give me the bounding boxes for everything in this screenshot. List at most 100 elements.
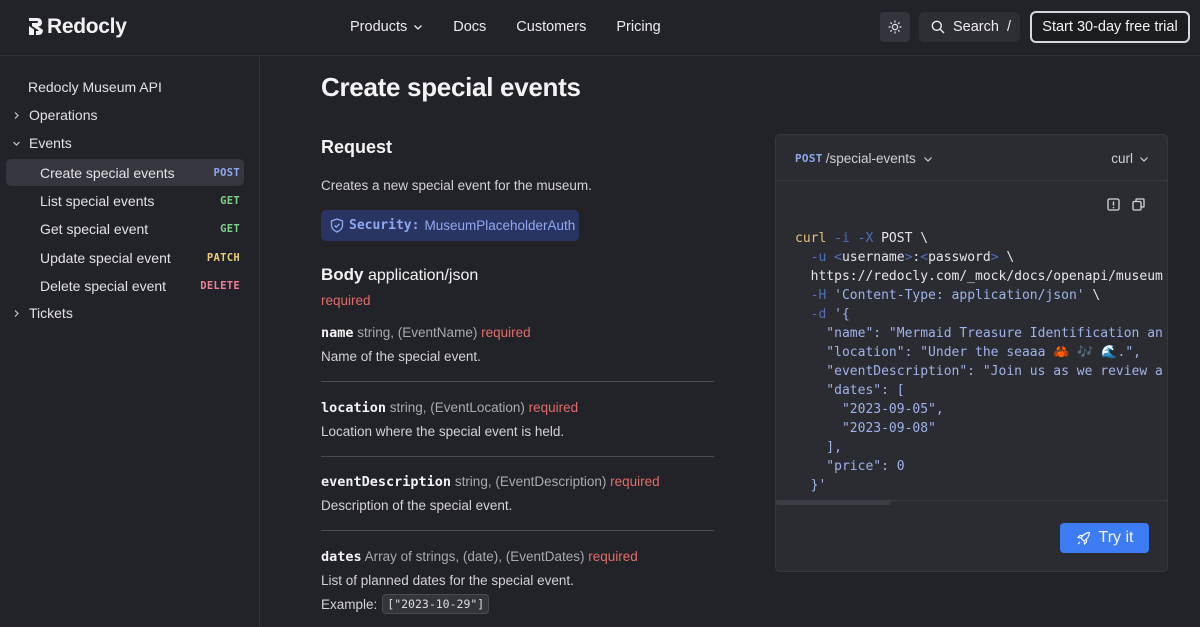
- field-required: required: [481, 325, 531, 340]
- body-heading: Body application/json: [321, 265, 478, 285]
- endpoint-path: /special-events: [825, 151, 916, 166]
- nav-pricing[interactable]: Pricing: [616, 19, 660, 35]
- code-token: curl: [795, 231, 827, 246]
- copy-icon[interactable]: [1132, 198, 1145, 211]
- sidebar-item-create-special-events[interactable]: Create special events POST: [6, 159, 244, 186]
- code-token: \: [1084, 288, 1101, 303]
- field-location: location string, (EventLocation) require…: [321, 400, 714, 439]
- rocket-icon: [1076, 531, 1090, 545]
- code-line: "dates": [: [795, 383, 905, 398]
- body-required: required: [321, 293, 371, 308]
- code-token: -d: [795, 307, 835, 322]
- field-dates: dates Array of strings, (date), (EventDa…: [321, 549, 714, 614]
- language-label: curl: [1111, 151, 1133, 166]
- field-name-label: name: [321, 325, 354, 341]
- code-line: https://redocly.com/_mock/docs/openapi/m…: [795, 269, 1163, 284]
- top-navigation-bar: Redocly Products Docs Customers Pricing …: [0, 0, 1200, 56]
- field-description: List of planned dates for the special ev…: [321, 573, 574, 588]
- nav-products[interactable]: Products: [350, 19, 423, 35]
- field-description: Name of the special event.: [321, 349, 481, 364]
- method-badge-post: POST: [213, 166, 240, 179]
- sidebar-item-update-special-event[interactable]: Update special event PATCH: [6, 244, 244, 271]
- method-badge-patch: PATCH: [206, 251, 240, 264]
- sidebar-group-label: Operations: [29, 107, 98, 123]
- sidebar-item-get-special-event[interactable]: Get special event GET: [6, 215, 244, 242]
- security-badge[interactable]: Security: MuseumPlaceholderAuth: [321, 210, 579, 241]
- field-divider: [321, 530, 714, 531]
- code-line: "2023-09-05",: [795, 402, 944, 417]
- redocly-logo[interactable]: Redocly: [28, 15, 127, 39]
- search-icon: [931, 20, 945, 34]
- field-name-label: dates: [321, 549, 362, 565]
- field-type: string, (EventDescription): [454, 474, 607, 489]
- code-token: -H: [795, 288, 835, 303]
- chevron-right-icon: [14, 111, 19, 119]
- sun-icon: [888, 20, 902, 34]
- start-trial-button[interactable]: Start 30-day free trial: [1030, 11, 1190, 43]
- code-token: -u: [795, 250, 835, 265]
- field-required: required: [528, 400, 579, 415]
- sidebar-group-operations[interactable]: Operations: [12, 107, 97, 123]
- field-divider: [321, 456, 714, 457]
- field-description: Location where the special event is held…: [321, 424, 565, 439]
- language-selector[interactable]: curl: [1111, 151, 1149, 166]
- method-badge-get: GET: [220, 222, 240, 235]
- chevron-down-icon: [13, 141, 20, 146]
- nav-docs[interactable]: Docs: [453, 19, 486, 35]
- code-line: ],: [795, 440, 842, 455]
- code-token: '{: [834, 307, 850, 322]
- chevron-right-icon: [14, 309, 19, 317]
- search-label: Search: [953, 19, 999, 35]
- sidebar-item-label: List special events: [40, 192, 155, 209]
- code-line: "location": "Under the seaaa 🦀 🎶 🌊.",: [795, 345, 1141, 360]
- sidebar-group-label: Events: [29, 135, 72, 151]
- sidebar-group-events[interactable]: Events: [12, 135, 72, 151]
- example-label: Example:: [321, 596, 378, 612]
- body-content-type[interactable]: application/json: [368, 267, 478, 284]
- code-token: 'Content-Type: application/json': [834, 288, 1085, 303]
- horizontal-scrollbar-thumb[interactable]: [776, 500, 891, 505]
- code-line: "eventDescription": "Join us as we revie…: [795, 364, 1163, 379]
- sidebar-item-label: Create special events: [40, 164, 175, 181]
- field-required: required: [610, 474, 660, 489]
- search-shortcut: /: [1006, 19, 1011, 35]
- code-sample[interactable]: curl -i -X POST \ -u <username>:<passwor…: [795, 229, 1163, 495]
- sidebar-group-label: Tickets: [29, 305, 73, 321]
- field-type: string, (EventLocation): [389, 400, 525, 415]
- chevron-down-icon: [414, 25, 423, 30]
- field-type: string, (EventName): [357, 325, 478, 340]
- field-name: name string, (EventName) required Name o…: [321, 325, 714, 364]
- code-line: }': [795, 478, 827, 493]
- theme-toggle-button[interactable]: [880, 12, 910, 42]
- code-token: >: [990, 250, 999, 265]
- nav-pricing-label: Pricing: [616, 19, 661, 35]
- code-line: "name": "Mermaid Treasure Identification…: [795, 326, 1163, 341]
- try-it-label: Try it: [1098, 529, 1134, 546]
- code-toolbar: [1107, 198, 1145, 211]
- brand-name: Redocly: [47, 15, 127, 38]
- chevron-down-icon: [1140, 156, 1148, 162]
- code-token: -i -X: [826, 231, 874, 246]
- try-it-button[interactable]: Try it: [1060, 523, 1149, 553]
- code-token: password: [928, 250, 991, 265]
- sidebar-group-tickets[interactable]: Tickets: [12, 305, 73, 321]
- nav-customers[interactable]: Customers: [516, 19, 586, 35]
- sidebar-item-list-special-events[interactable]: List special events GET: [6, 187, 244, 214]
- body-label: Body: [321, 265, 364, 284]
- endpoint-selector[interactable]: POST /special-events: [795, 151, 933, 166]
- chevron-down-icon: [923, 156, 932, 162]
- field-name-label: location: [321, 400, 387, 416]
- code-token: username: [841, 250, 905, 265]
- field-event-description: eventDescription string, (EventDescripti…: [321, 474, 714, 513]
- page-title: Create special events: [321, 72, 581, 102]
- search-button[interactable]: Search /: [919, 12, 1020, 42]
- sidebar-item-label: Delete special event: [40, 277, 167, 294]
- sidebar-api-title[interactable]: Redocly Museum API: [28, 79, 162, 95]
- sidebar-item-delete-special-event[interactable]: Delete special event DELETE: [6, 272, 244, 299]
- report-icon[interactable]: [1107, 198, 1120, 211]
- shield-check-icon: [330, 218, 344, 233]
- code-token: POST \: [873, 231, 929, 246]
- operation-description: Creates a new special event for the muse…: [321, 178, 592, 193]
- field-example: Example: ["2023-10-29"]: [321, 594, 714, 614]
- example-value: ["2023-10-29"]: [382, 594, 490, 614]
